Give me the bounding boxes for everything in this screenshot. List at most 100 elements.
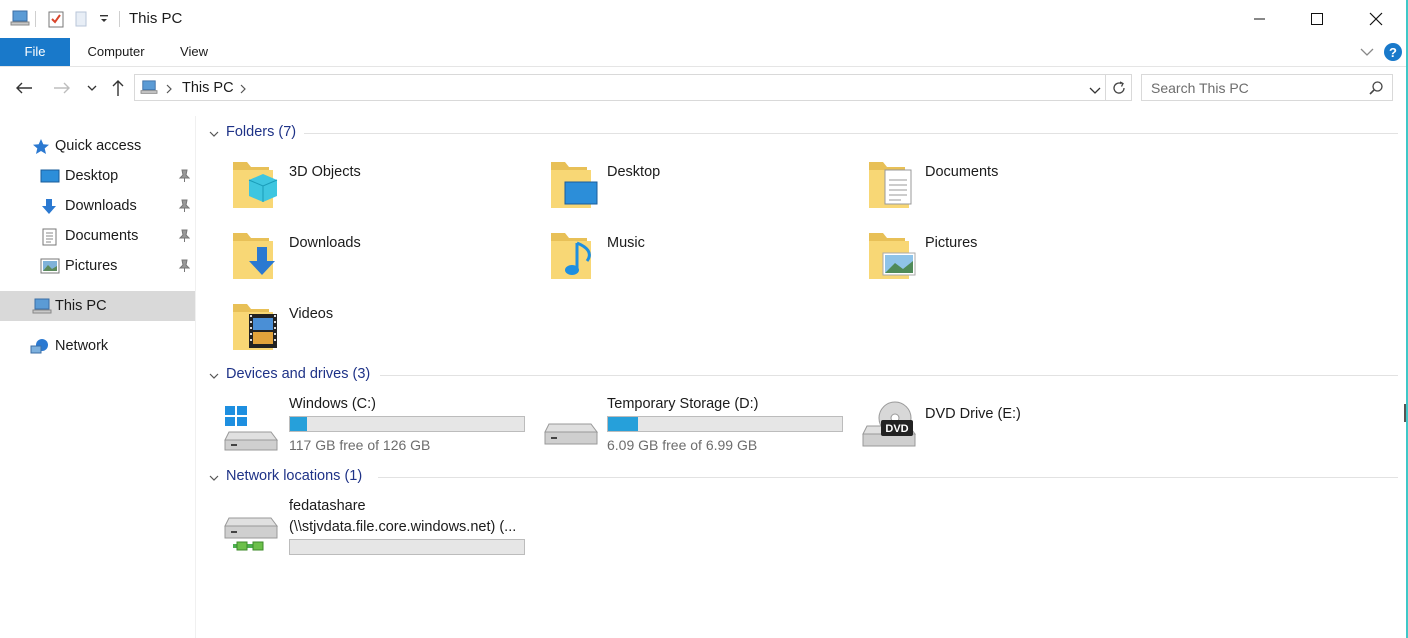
- search-icon[interactable]: [1368, 80, 1384, 99]
- help-icon[interactable]: ?: [1383, 42, 1403, 65]
- sidebar-item-desktop[interactable]: Desktop: [0, 161, 195, 191]
- sidebar-item-label: Documents: [65, 228, 139, 244]
- folder-name: Downloads: [289, 235, 361, 251]
- group-title: Devices and drives (3): [226, 366, 371, 382]
- address-dropdown-icon[interactable]: [1089, 83, 1101, 99]
- drive-windows-c[interactable]: Windows (C:) 117 GB free of 126 GB: [224, 396, 529, 460]
- group-header-network-locations[interactable]: Network locations (1): [208, 467, 1398, 489]
- back-arrow-icon: [16, 82, 32, 94]
- drive-name: Temporary Storage (D:): [607, 396, 759, 412]
- sidebar-item-label: Desktop: [65, 168, 119, 184]
- maximize-button[interactable]: [1294, 0, 1340, 38]
- folder-downloads[interactable]: Downloads: [229, 229, 529, 293]
- folder-desktop[interactable]: Desktop: [547, 158, 847, 222]
- sidebar-item-pictures[interactable]: Pictures: [0, 251, 195, 281]
- network-location-name: fedatashare: [289, 498, 366, 514]
- network-location-path: (\\stjvdata.file.core.windows.net) (...: [289, 519, 517, 535]
- sidebar-item-label: This PC: [55, 298, 107, 314]
- sidebar-item-this-pc[interactable]: This PC: [0, 291, 195, 321]
- drive-name: DVD Drive (E:): [925, 406, 1021, 422]
- this-pc-icon[interactable]: [10, 10, 30, 31]
- group-header-folders[interactable]: Folders (7): [208, 123, 1398, 145]
- network-location-fedatashare[interactable]: fedatashare (\\stjvdata.file.core.window…: [224, 498, 529, 562]
- tab-computer[interactable]: Computer: [76, 38, 156, 66]
- drive-usage-fill: [608, 417, 639, 431]
- title-bar: This PC: [0, 0, 1408, 38]
- new-folder-icon[interactable]: [74, 10, 90, 31]
- recent-locations-button[interactable]: [80, 76, 104, 100]
- windows-drive-icon: [224, 406, 278, 451]
- sidebar-item-documents[interactable]: Documents: [0, 221, 195, 251]
- breadcrumb-this-pc[interactable]: This PC: [182, 80, 234, 96]
- folder-name: Videos: [289, 306, 334, 322]
- expand-ribbon-icon[interactable]: [1359, 45, 1375, 61]
- folder-desktop-icon: [551, 162, 598, 208]
- breadcrumb-chevron-icon[interactable]: [239, 82, 247, 98]
- folder-music[interactable]: Music: [547, 229, 847, 293]
- tab-view[interactable]: View: [166, 38, 222, 66]
- dvd-drive-icon: DVD: [862, 401, 916, 447]
- close-icon: [1369, 12, 1383, 26]
- forward-button[interactable]: [50, 76, 74, 100]
- drive-dvd-e[interactable]: DVD DVD Drive (E:): [862, 396, 1165, 460]
- ribbon: File Computer View ?: [0, 38, 1408, 67]
- folder-downloads-icon: [233, 233, 275, 279]
- sidebar-item-quick-access[interactable]: Quick access: [0, 131, 195, 161]
- window-title: This PC: [129, 10, 183, 27]
- close-button[interactable]: [1353, 0, 1399, 38]
- drive-name: Windows (C:): [289, 396, 377, 412]
- pin-icon[interactable]: [178, 229, 191, 246]
- group-title: Network locations (1): [226, 468, 363, 484]
- network-usage-bar: [289, 539, 525, 555]
- star-icon: [32, 138, 50, 154]
- folder-name: Documents: [925, 164, 999, 180]
- pin-icon[interactable]: [178, 169, 191, 186]
- group-divider: [378, 477, 1398, 478]
- group-header-devices[interactable]: Devices and drives (3): [208, 365, 1398, 387]
- sidebar-item-network[interactable]: Network: [0, 331, 195, 361]
- properties-icon[interactable]: [48, 10, 64, 31]
- folder-pictures[interactable]: Pictures: [865, 229, 1165, 293]
- this-pc-icon: [32, 298, 52, 314]
- group-title: Folders (7): [226, 124, 297, 140]
- tab-file[interactable]: File: [0, 38, 70, 66]
- search-input[interactable]: [1151, 80, 1351, 96]
- drive-usage-bar: [607, 416, 843, 432]
- folder-pictures-icon: [869, 233, 916, 279]
- sidebar-item-label: Downloads: [65, 198, 137, 214]
- drive-temporary-storage-d[interactable]: Temporary Storage (D:) 6.09 GB free of 6…: [544, 396, 847, 460]
- minimize-button[interactable]: [1237, 0, 1283, 38]
- desktop-icon: [40, 168, 60, 184]
- back-button[interactable]: [12, 76, 36, 100]
- chevron-down-icon: [208, 127, 220, 143]
- hard-drive-icon: [544, 423, 598, 445]
- customize-toolbar-icon[interactable]: [99, 12, 109, 28]
- folder-name: Music: [607, 235, 645, 251]
- network-drive-icon: [224, 517, 278, 551]
- sidebar-item-downloads[interactable]: Downloads: [0, 191, 195, 221]
- folder-name: Desktop: [607, 164, 661, 180]
- address-bar[interactable]: This PC: [134, 74, 1106, 101]
- folder-3d-objects[interactable]: 3D Objects: [229, 158, 529, 222]
- svg-text:?: ?: [1389, 45, 1397, 60]
- forward-arrow-icon: [54, 82, 70, 94]
- folder-videos[interactable]: Videos: [229, 300, 529, 364]
- navigation-pane: Quick access Desktop Downloads Documents…: [0, 116, 196, 638]
- search-box[interactable]: [1141, 74, 1393, 101]
- sidebar-item-label: Pictures: [65, 258, 118, 274]
- refresh-button[interactable]: [1106, 74, 1132, 101]
- folder-documents[interactable]: Documents: [865, 158, 1165, 222]
- up-button[interactable]: [106, 76, 130, 100]
- sidebar-item-label: Quick access: [55, 138, 142, 154]
- download-arrow-icon: [40, 198, 58, 214]
- drive-free-space: 6.09 GB free of 6.99 GB: [607, 437, 758, 453]
- pin-icon[interactable]: [178, 199, 191, 216]
- minimize-icon: [1254, 18, 1265, 20]
- pin-icon[interactable]: [178, 259, 191, 276]
- folder-documents-icon: [869, 162, 912, 208]
- folder-name: Pictures: [925, 235, 978, 251]
- drive-usage-bar: [289, 416, 525, 432]
- folder-name: 3D Objects: [289, 164, 361, 180]
- breadcrumb-chevron-icon[interactable]: [165, 82, 173, 98]
- document-icon: [42, 228, 60, 246]
